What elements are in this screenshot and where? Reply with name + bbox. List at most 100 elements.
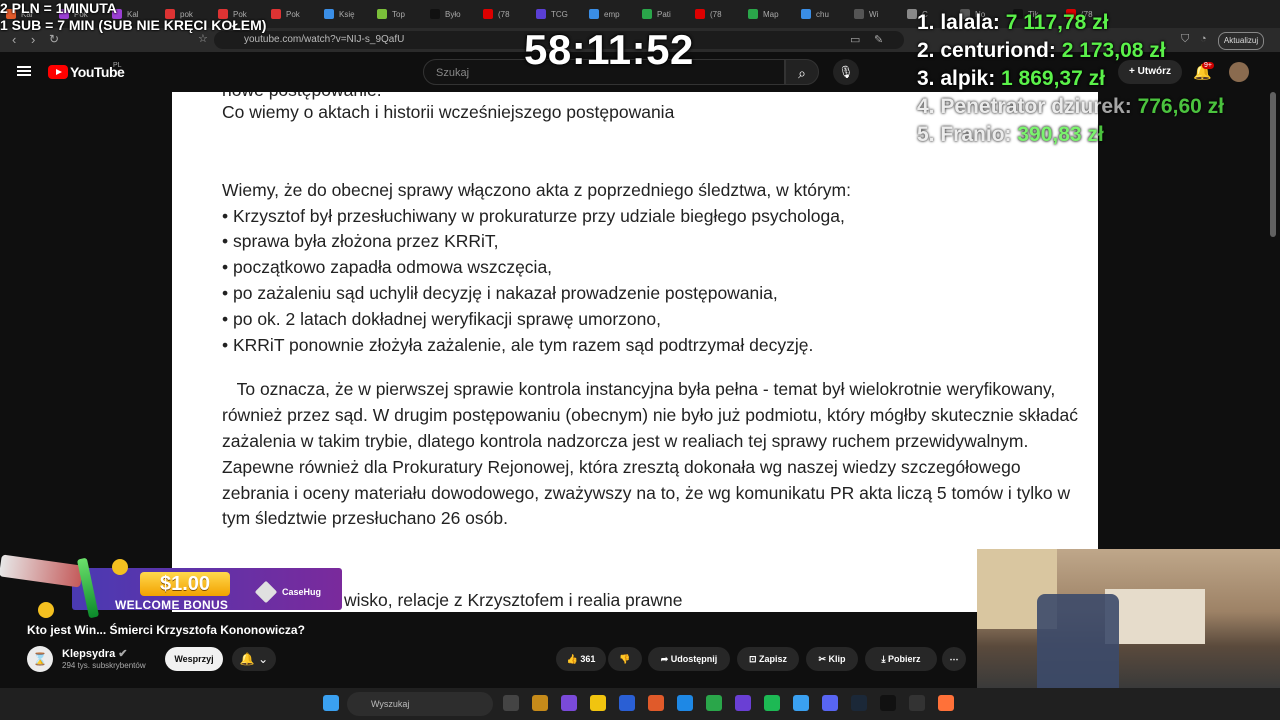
page-scrollbar[interactable] — [1270, 92, 1276, 237]
taskbar-app-icon[interactable] — [503, 695, 519, 711]
tab-label: Księ — [339, 9, 355, 19]
browser-tab[interactable]: Księ — [318, 9, 371, 19]
browser-tab[interactable]: emp — [583, 9, 636, 19]
country-code: PL — [113, 62, 122, 69]
browser-tab[interactable]: (78 — [477, 9, 530, 19]
browser-tab[interactable]: TCG — [530, 9, 583, 19]
more-actions-button[interactable]: ⋯ — [942, 647, 966, 671]
cast-icon[interactable]: ▭ — [850, 33, 860, 46]
save-icon: ⊡ — [748, 654, 757, 664]
download-button[interactable]: ⤓ Pobierz — [865, 647, 937, 671]
taskbar-app-icon[interactable] — [851, 695, 867, 711]
webcam-feed — [977, 549, 1280, 688]
doc-paragraph: To oznacza, że w pierwszej sprawie kontr… — [222, 379, 1083, 529]
clip-button[interactable]: ✂ Klip — [806, 647, 858, 671]
update-button[interactable]: Aktualizuj — [1218, 32, 1264, 50]
menu-icon[interactable] — [17, 66, 31, 76]
gaming-chair — [1037, 594, 1119, 688]
taskbar-app-icon[interactable] — [561, 695, 577, 711]
tab-label: (78 — [710, 9, 722, 19]
tab-favicon-icon — [536, 9, 546, 19]
taskbar-search[interactable]: Wyszukaj — [347, 692, 493, 716]
taskbar-app-icon[interactable] — [793, 695, 809, 711]
support-button[interactable]: Wesprzyj — [165, 647, 223, 671]
save-button[interactable]: ⊡ Zapisz — [737, 647, 799, 671]
tab-favicon-icon — [748, 9, 758, 19]
doc-intro: Wiemy, że do obecnej sprawy włączono akt… — [222, 179, 851, 200]
taskbar-app-icon[interactable] — [909, 695, 925, 711]
taskbar-app-icon[interactable] — [677, 695, 693, 711]
mic-icon: 🎙 — [838, 65, 854, 79]
like-button[interactable]: 👍 361 — [556, 647, 606, 671]
doc-bullet: • KRRiT ponownie złożyła zażalenie, ale … — [222, 334, 814, 355]
tab-favicon-icon — [801, 9, 811, 19]
share-button[interactable]: ➦ Udostępnij — [648, 647, 730, 671]
taskbar-app-icon[interactable] — [822, 695, 838, 711]
channel-avatar[interactable]: ⌛ — [27, 646, 53, 672]
tab-favicon-icon — [377, 9, 387, 19]
leaderboard-row: 3. alpik: 1 869,37 zł — [917, 67, 1105, 90]
tab-favicon-icon — [430, 9, 440, 19]
bell-icon: 🔔 — [239, 652, 255, 666]
browser-tab[interactable]: chu — [795, 9, 848, 19]
taskbar-app-icon[interactable] — [880, 695, 896, 711]
tab-label: Pok — [286, 9, 300, 19]
tab-label: Wi — [869, 9, 879, 19]
subathon-timer: 58:11:52 — [524, 26, 694, 73]
browser-tab[interactable]: (78 — [689, 9, 742, 19]
taskbar-app-icon[interactable] — [648, 695, 664, 711]
leaderboard-row: 2. centuriond: 2 173,08 zł — [917, 39, 1166, 62]
dislike-button[interactable]: 👎 — [608, 647, 642, 671]
forward-icon[interactable]: › — [31, 32, 35, 47]
start-icon[interactable] — [323, 695, 339, 711]
back-icon[interactable]: ‹ — [12, 32, 16, 47]
reload-icon[interactable]: ↻ — [49, 32, 59, 46]
leaderboard-row: 5. Franio: 390,83 zł — [917, 123, 1104, 146]
notification-toggle[interactable]: 🔔 ⌄ — [232, 647, 276, 671]
tab-favicon-icon — [907, 9, 917, 19]
taskbar-app-icon[interactable] — [735, 695, 751, 711]
voice-search-button[interactable]: 🎙 — [833, 59, 859, 85]
room-shelf — [1105, 589, 1205, 644]
document-text: Co wiemy o aktach i historii wcześniejsz… — [222, 92, 1092, 612]
donation-leaderboard: 1. lalala: 7 117,78 zł 2. centuriond: 2 … — [917, 9, 1224, 149]
browser-tab[interactable]: Map — [742, 9, 795, 19]
tab-favicon-icon — [324, 9, 334, 19]
browser-tab[interactable]: Top — [371, 9, 424, 19]
tab-label: Top — [392, 9, 405, 19]
browser-tab[interactable]: Wi — [848, 9, 901, 19]
video-player[interactable]: nowe postępowanie. Co wiemy o aktach i h… — [172, 92, 1098, 612]
leaderboard-row: 4. Penetrator dziurek: 776,60 zł — [917, 95, 1224, 118]
tab-label: (78 — [498, 9, 510, 19]
download-icon: ⤓ — [881, 654, 886, 664]
taskbar-app-icon[interactable] — [532, 695, 548, 711]
taskbar-app-icon[interactable] — [706, 695, 722, 711]
browser-tab[interactable]: Pati — [636, 9, 689, 19]
leaderboard-row: 1. lalala: 7 117,78 zł — [917, 11, 1109, 34]
donation-rate-overlay: 2 PLN = 1MINUTA 1 SUB = 7 MIN (SUB NIE K… — [0, 0, 266, 34]
browser-tab[interactable]: Pok — [265, 9, 318, 19]
browser-tab[interactable]: Było — [424, 9, 477, 19]
taskbar-app-icon[interactable] — [619, 695, 635, 711]
doc-bullet: • początkowo zapadła odmowa wszczęcia, — [222, 257, 553, 278]
edit-icon[interactable]: ✎ — [874, 33, 883, 46]
tab-label: chu — [816, 9, 829, 19]
account-avatar[interactable] — [1229, 62, 1249, 82]
casehug-ad-overlay[interactable]: $1.00 WELCOME BONUS CaseHug — [0, 554, 345, 619]
rate-line: 2 PLN = 1MINUTA — [0, 0, 117, 16]
taskbar-app-icon[interactable] — [764, 695, 780, 711]
share-icon: ➦ — [660, 654, 669, 664]
youtube-logo-icon[interactable] — [48, 65, 68, 79]
scissors-icon: ✂ — [818, 654, 827, 664]
windows-taskbar — [0, 688, 1280, 720]
taskbar-app-icon[interactable] — [938, 695, 954, 711]
tab-favicon-icon — [854, 9, 864, 19]
channel-name[interactable]: Klepsydra ✔ — [62, 647, 127, 660]
search-icon: ⌕ — [798, 65, 806, 81]
search-button[interactable]: ⌕ — [785, 59, 819, 85]
taskbar-app-icon[interactable] — [590, 695, 606, 711]
tab-label: TCG — [551, 9, 568, 19]
verified-icon: ✔ — [118, 648, 128, 660]
doc-partial-heading: wisko, relacje z Krzysztofem i realia pr… — [344, 590, 683, 611]
tab-favicon-icon — [271, 9, 281, 19]
